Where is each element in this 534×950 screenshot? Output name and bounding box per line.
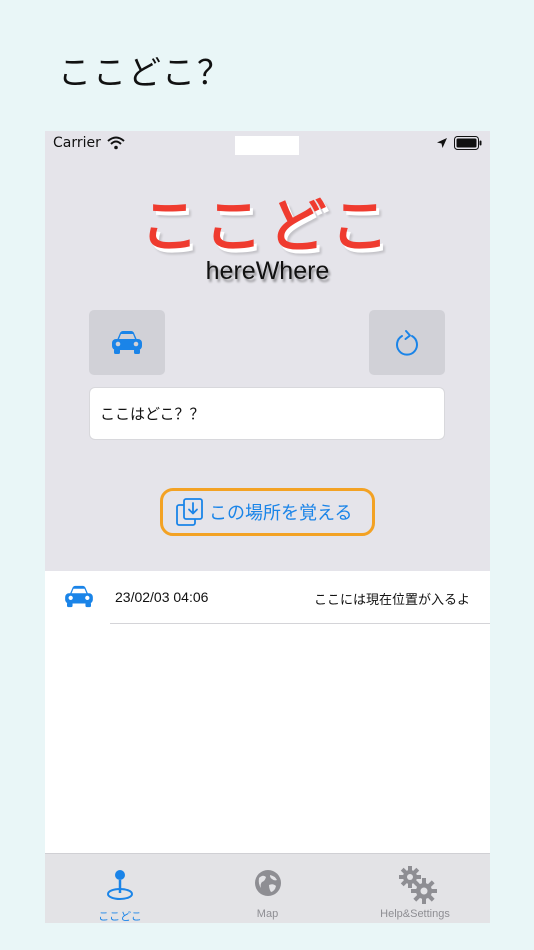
refresh-icon [396,329,418,356]
list-item[interactable]: 23/02/03 04:06 ここには現在位置が入るよ [45,571,490,624]
battery-icon [454,136,482,150]
list-item-note: ここには現在位置が入るよ [313,593,470,608]
remember-location-button[interactable]: この場所を覚える [160,488,375,536]
phone-screen: Carrier ここどこ hereWhere ここはどこ？？ この場所を覚える … [45,131,490,923]
gear-icon [399,866,437,904]
app-subtitle: hereWhere [205,257,330,285]
list-divider [110,623,490,624]
location-input[interactable]: ここはどこ？？ [89,387,445,440]
wifi-icon [107,136,125,150]
location-arrow-icon [437,138,447,148]
tab-help-label: Help&Settings [380,908,450,920]
tab-map[interactable]: Map [220,854,315,923]
status-bar: Carrier [45,131,490,155]
location-pin-icon [107,870,133,900]
globe-icon [255,870,281,896]
app-logo: ここどこ [140,192,395,260]
page-caption: ここどこ？ [58,53,233,92]
save-download-icon [176,498,203,526]
status-notch [235,136,299,155]
tab-map-label: Map [256,908,279,920]
tab-help-settings[interactable]: Help&Settings [360,854,470,923]
refresh-button[interactable] [369,310,445,375]
tab-here-label: ここどこ [98,911,142,923]
remember-button-label: この場所を覚える [209,503,353,524]
tab-bar: ここどこ Map Help&Settings [45,853,490,923]
carrier-label: Carrier [53,135,101,151]
car-icon [112,330,142,354]
car-icon [65,585,93,608]
list-item-date: 23/02/03 04:06 [115,589,209,605]
tab-here[interactable]: ここどこ [75,854,165,923]
history-list: 23/02/03 04:06 ここには現在位置が入るよ [45,571,490,853]
car-button[interactable] [89,310,165,375]
